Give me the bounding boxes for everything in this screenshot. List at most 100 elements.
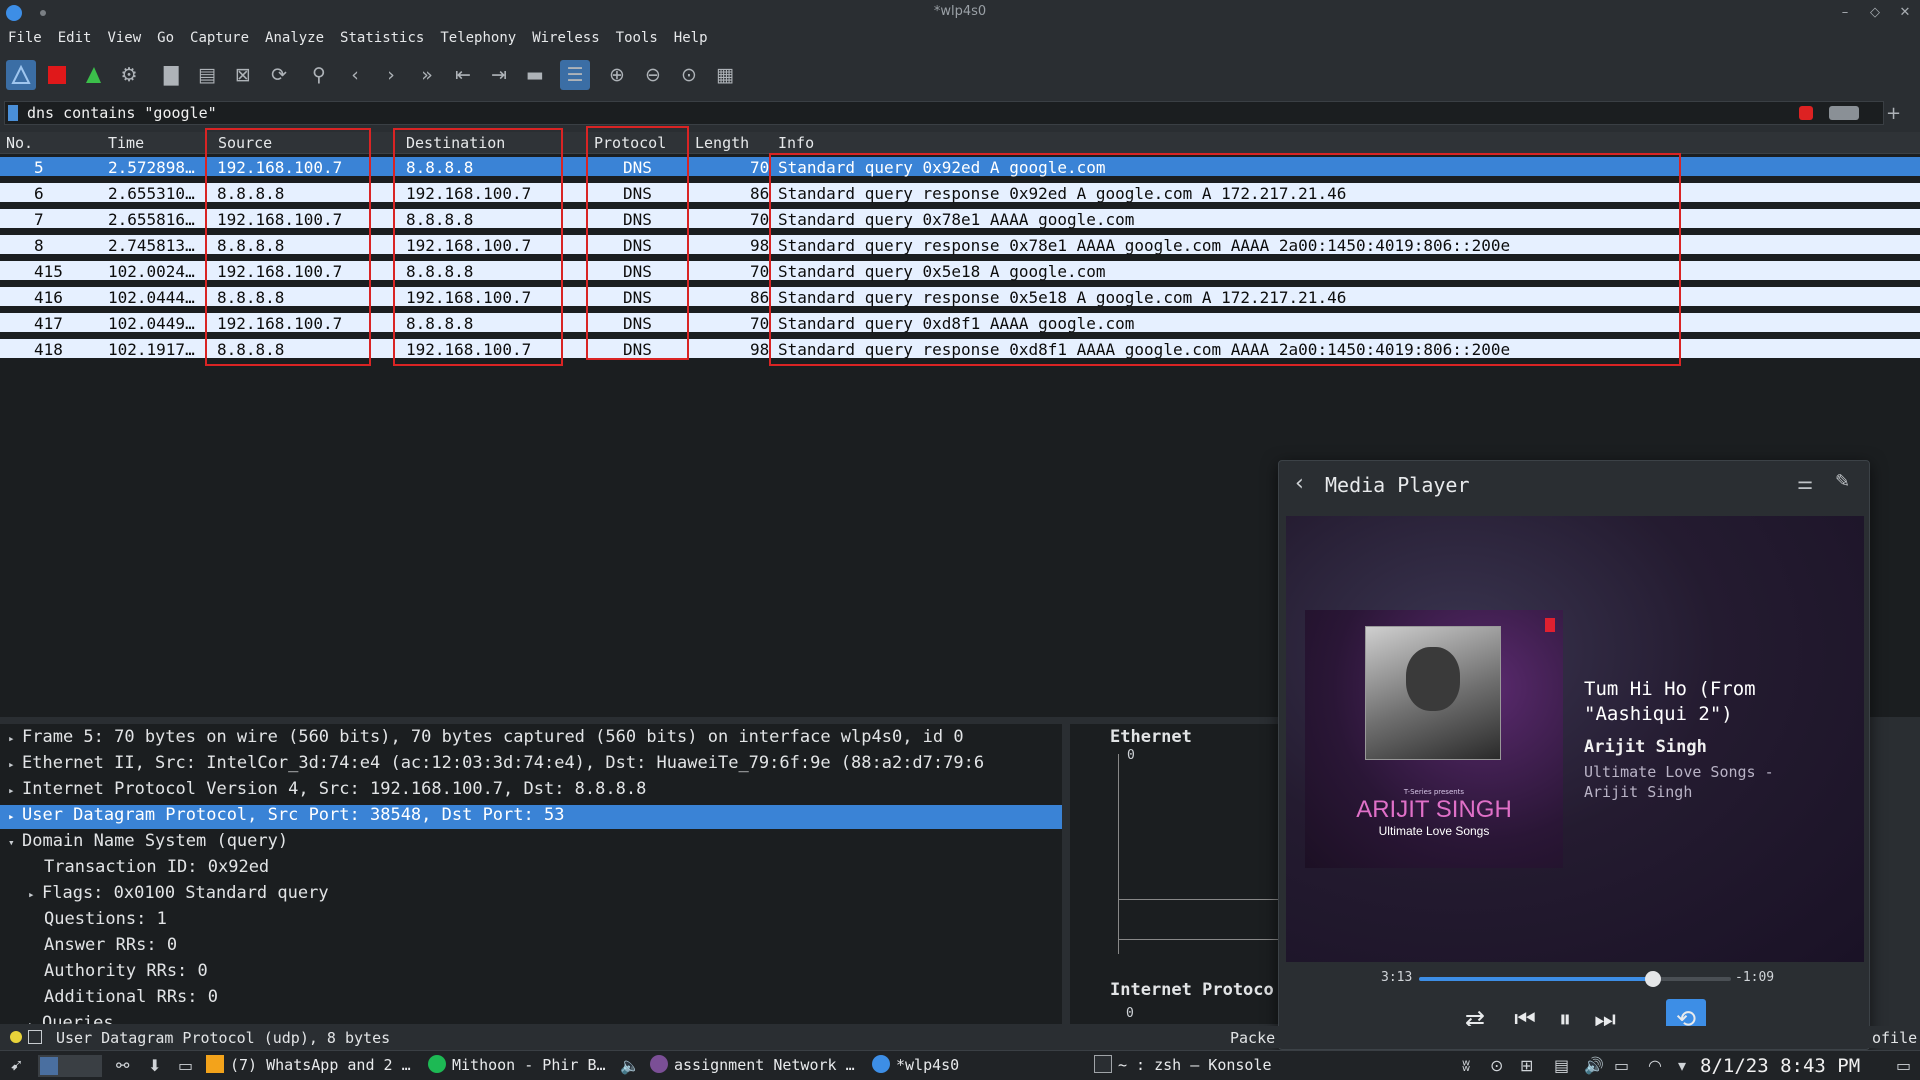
auto-scroll-icon[interactable]: ▬ <box>520 60 550 90</box>
save-file-icon[interactable]: ▤ <box>192 60 222 90</box>
volume-icon[interactable]: 🔊 <box>1584 1056 1604 1075</box>
desktop-1[interactable] <box>40 1057 58 1075</box>
zoom-in-icon[interactable]: ⊕ <box>602 60 632 90</box>
clipboard-icon[interactable]: ▤ <box>1554 1056 1569 1075</box>
start-capture-fin-icon[interactable] <box>6 60 36 90</box>
detail-ethernet-row[interactable]: ▸ Ethernet II, Src: IntelCor_3d:74:e4 (ac… <box>0 753 1062 777</box>
menu-capture[interactable]: Capture <box>182 28 257 46</box>
column-header-destination[interactable]: Destination <box>406 134 505 152</box>
file-manager-folder-icon[interactable]: ▭ <box>178 1056 193 1075</box>
packet-row[interactable]: 7 2.655816… 192.168.100.7 8.8.8.8 DNS 70… <box>0 209 1920 231</box>
expand-arrow-icon[interactable]: ▸ <box>8 784 22 797</box>
clock[interactable]: 8/1/23 8:43 PM <box>1700 1055 1860 1077</box>
detail-flags-row[interactable]: ▸ Flags: 0x0100 Standard query <box>0 883 1062 907</box>
column-header-time[interactable]: Time <box>108 134 144 152</box>
go-back-icon[interactable]: ‹ <box>340 60 370 90</box>
packet-row[interactable]: 8 2.745813… 8.8.8.8 192.168.100.7 DNS 98… <box>0 235 1920 257</box>
task-wireshark[interactable]: *wlp4s0 <box>872 1055 959 1077</box>
display-filter-input[interactable]: dns contains "google" <box>27 104 217 122</box>
apply-filter-arrow-icon[interactable] <box>1829 106 1859 120</box>
open-file-folder-icon[interactable]: ▇ <box>156 60 186 90</box>
menu-analyze[interactable]: Analyze <box>257 28 332 46</box>
audio-playing-icon[interactable]: 🔈 <box>620 1056 640 1075</box>
detail-dns-row[interactable]: ▾ Domain Name System (query) <box>0 831 1062 855</box>
kdeconnect-icon[interactable]: ʬ <box>1462 1056 1470 1075</box>
column-header-source[interactable]: Source <box>218 134 272 152</box>
detail-field-row[interactable]: Authority RRs: 0 <box>0 961 1062 985</box>
status-profile[interactable]: ofile <box>1872 1029 1917 1047</box>
pin-icon[interactable]: ✎ <box>1835 471 1850 492</box>
expand-tray-chevron-icon[interactable]: ▾ <box>1678 1056 1686 1075</box>
detail-frame-row[interactable]: ▸ Frame 5: 70 bytes on wire (560 bits), 7… <box>0 727 1062 751</box>
menu-statistics[interactable]: Statistics <box>332 28 432 46</box>
menu-help[interactable]: Help <box>666 28 716 46</box>
bookmark-icon[interactable] <box>8 105 18 121</box>
menu-edit[interactable]: Edit <box>50 28 100 46</box>
menu-telephony[interactable]: Telephony <box>432 28 524 46</box>
expand-arrow-icon[interactable]: ▸ <box>8 732 22 745</box>
detail-field-row[interactable]: Additional RRs: 0 <box>0 987 1062 1011</box>
resize-columns-icon[interactable]: ▦ <box>710 60 740 90</box>
zoom-out-icon[interactable]: ⊖ <box>638 60 668 90</box>
app-launcher-icon[interactable]: ➹ <box>10 1055 23 1074</box>
task-konsole[interactable]: ~ : zsh — Konsole <box>1094 1055 1272 1077</box>
close-file-icon[interactable]: ⊠ <box>228 60 258 90</box>
configure-sliders-icon[interactable]: ⚌ <box>1797 473 1813 494</box>
minimize-icon[interactable]: – <box>1835 3 1855 23</box>
detail-ipv4-row[interactable]: ▸ Internet Protocol Version 4, Src: 192.1… <box>0 779 1062 803</box>
expert-info-indicator-icon[interactable] <box>10 1031 22 1043</box>
task-assignment[interactable]: assignment Network … <box>650 1055 855 1077</box>
downloads-icon[interactable]: ⬇ <box>148 1056 161 1075</box>
column-header-protocol[interactable]: Protocol <box>594 134 666 152</box>
packet-row[interactable]: 418 102.1917… 8.8.8.8 192.168.100.7 DNS … <box>0 339 1920 361</box>
capture-comment-icon[interactable] <box>28 1030 42 1044</box>
network-manager-icon[interactable]: ⚯ <box>116 1056 129 1075</box>
detail-field-row[interactable]: Questions: 1 <box>0 909 1062 933</box>
collapse-arrow-icon[interactable]: ▾ <box>8 836 22 849</box>
detail-field-row[interactable]: Answer RRs: 0 <box>0 935 1062 959</box>
reload-file-icon[interactable]: ⟳ <box>264 60 294 90</box>
menu-tools[interactable]: Tools <box>608 28 666 46</box>
menu-file[interactable]: File <box>0 28 50 46</box>
add-filter-button-plus-icon[interactable]: + <box>1886 103 1901 124</box>
seek-slider[interactable] <box>1419 971 1731 987</box>
expand-arrow-icon[interactable]: ▸ <box>8 810 22 823</box>
show-desktop-icon[interactable]: ▭ <box>1896 1056 1911 1075</box>
menu-view[interactable]: View <box>99 28 149 46</box>
screenshot-tray-icon[interactable]: ⊞ <box>1520 1056 1533 1075</box>
capture-options-gear-icon[interactable]: ⚙ <box>114 60 144 90</box>
maximize-icon[interactable]: ◇ <box>1865 3 1885 23</box>
column-header-info[interactable]: Info <box>778 134 814 152</box>
go-to-packet-icon[interactable]: » <box>412 60 442 90</box>
packet-row[interactable]: 416 102.0444… 8.8.8.8 192.168.100.7 DNS … <box>0 287 1920 309</box>
virtual-desktop-pager[interactable] <box>38 1055 102 1077</box>
media-tray-icon[interactable]: ⊙ <box>1490 1056 1503 1075</box>
detail-udp-row[interactable]: ▸ User Datagram Protocol, Src Port: 38548… <box>0 805 1062 829</box>
column-header-length[interactable]: Length <box>695 134 749 152</box>
back-chevron-icon[interactable]: ‹ <box>1295 471 1304 496</box>
display-filter-bar[interactable]: dns contains "google" <box>4 101 1884 125</box>
packet-row[interactable]: 5 2.572898… 192.168.100.7 8.8.8.8 DNS 70… <box>0 157 1920 179</box>
restart-capture-icon[interactable] <box>78 60 108 90</box>
normal-size-icon[interactable]: ⊙ <box>674 60 704 90</box>
detail-queries-row[interactable]: ▸Queries <box>0 1013 1062 1024</box>
column-header-no[interactable]: No. <box>6 134 33 152</box>
packet-row[interactable]: 415 102.0024… 192.168.100.7 8.8.8.8 DNS … <box>0 261 1920 283</box>
first-packet-icon[interactable]: ⇤ <box>448 60 478 90</box>
expand-arrow-icon[interactable]: ▸ <box>28 1018 42 1024</box>
go-forward-icon[interactable]: › <box>376 60 406 90</box>
menu-wireless[interactable]: Wireless <box>524 28 607 46</box>
task-spotify[interactable]: Mithoon - Phir B… <box>428 1055 606 1077</box>
stop-capture-icon[interactable] <box>42 60 72 90</box>
task-whatsapp[interactable]: (7) WhatsApp and 2 … <box>206 1055 411 1077</box>
expand-arrow-icon[interactable]: ▸ <box>28 888 42 901</box>
clear-filter-icon[interactable] <box>1799 106 1813 120</box>
seek-handle[interactable] <box>1645 971 1661 987</box>
close-icon[interactable]: ✕ <box>1895 3 1915 23</box>
battery-icon[interactable]: ▭ <box>1614 1056 1629 1075</box>
find-packet-search-icon[interactable]: ⚲ <box>304 60 334 90</box>
menu-go[interactable]: Go <box>149 28 182 46</box>
packet-row[interactable]: 417 102.0449… 192.168.100.7 8.8.8.8 DNS … <box>0 313 1920 335</box>
last-packet-icon[interactable]: ⇥ <box>484 60 514 90</box>
wifi-icon[interactable]: ◠ <box>1648 1056 1662 1075</box>
